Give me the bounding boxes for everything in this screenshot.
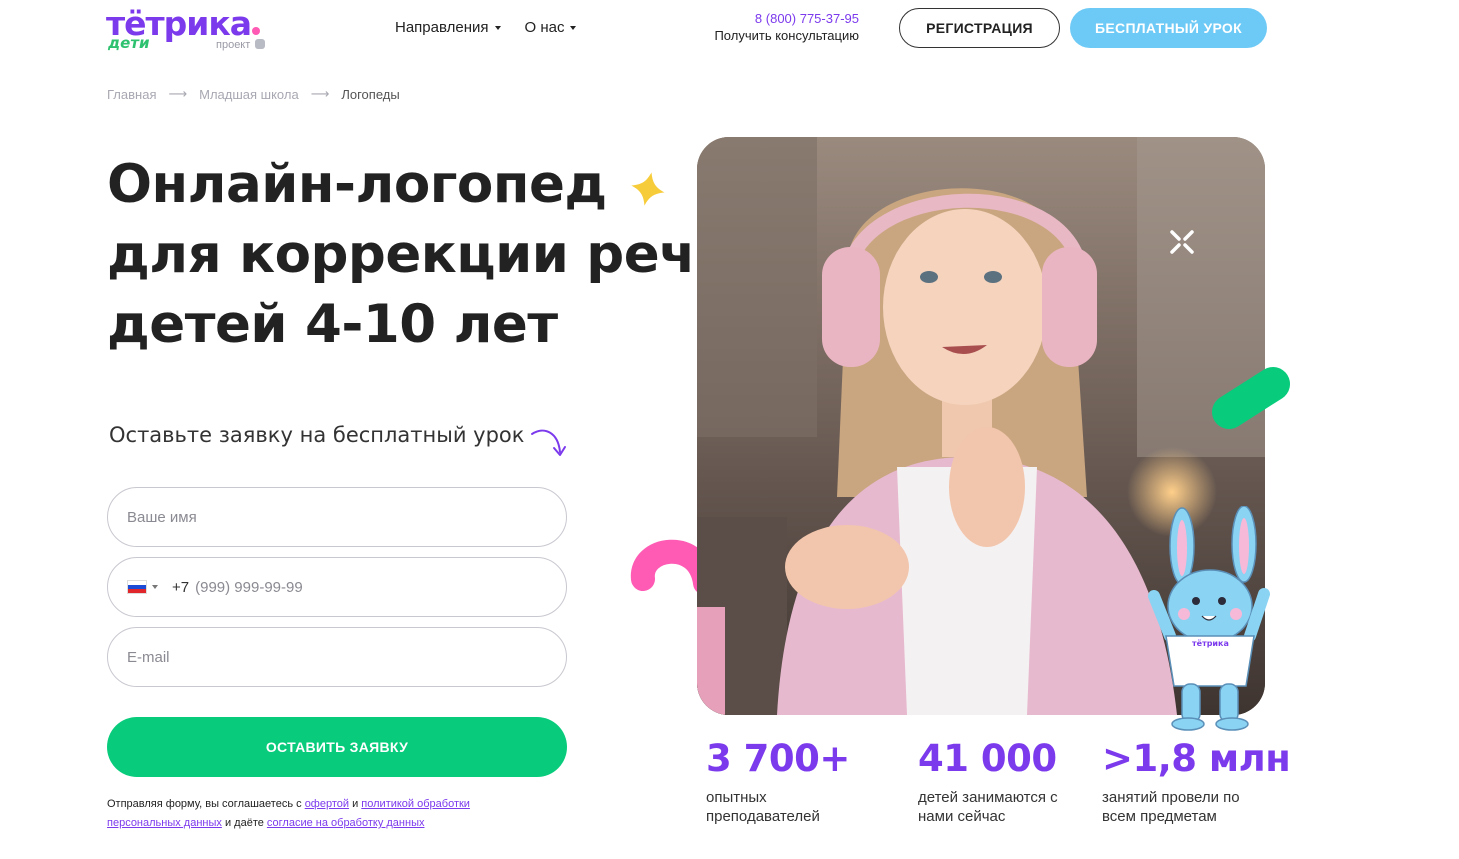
breadcrumb-home[interactable]: Главная: [107, 87, 156, 102]
curved-arrow-icon: [531, 429, 566, 456]
nav-about[interactable]: О нас: [525, 19, 577, 36]
title-line-3: детей 4-10 лет: [107, 294, 558, 355]
consent-text: Отправляя форму, вы соглашаетесь с оферт…: [107, 798, 470, 829]
arrow-right-icon: ⟶: [168, 86, 188, 101]
offer-link[interactable]: офертой: [305, 798, 349, 810]
logo-project: проект: [216, 39, 266, 51]
name-field[interactable]: [107, 487, 567, 547]
caret-down-icon: [570, 25, 577, 30]
nav-about-label: О нас: [524, 19, 565, 36]
stat-label: детей занимаются с нами сейчас: [918, 789, 1058, 825]
name-input[interactable]: [127, 508, 507, 526]
arrow-right-icon: ⟶: [310, 86, 330, 101]
green-pill-decoration: [1212, 367, 1290, 429]
close-icon: [1170, 230, 1194, 254]
page-title: Онлайн-логопед для коррекции речи детей …: [107, 150, 732, 360]
phone-input[interactable]: [195, 578, 496, 596]
caret-down-icon: [494, 25, 501, 30]
main-nav: Направления О нас: [395, 19, 577, 36]
star-decoration-icon: [631, 172, 665, 206]
form-subtitle: Оставьте заявку на бесплатный урок: [109, 423, 525, 447]
nav-directions[interactable]: Направления: [395, 19, 501, 36]
register-button[interactable]: РЕГИСТРАЦИЯ: [899, 8, 1060, 48]
phone-prefix: +7: [172, 578, 190, 596]
stat-lessons: >1,8 млн занятий провели по всем предмет…: [1102, 737, 1291, 826]
breadcrumb-primary-school[interactable]: Младшая школа: [199, 87, 299, 102]
consult-link[interactable]: Получить консультацию: [714, 28, 859, 43]
breadcrumb-current: Логопеды: [341, 86, 400, 102]
nav-directions-label: Направления: [395, 19, 489, 36]
logo[interactable]: тётрика дети проект: [106, 4, 276, 54]
stat-teachers: 3 700+ опытных преподавателей: [706, 737, 850, 826]
stat-label: опытных преподавателей: [706, 789, 820, 825]
submit-button[interactable]: ОСТАВИТЬ ЗАЯВКУ: [107, 717, 567, 777]
email-input[interactable]: [127, 648, 507, 666]
email-field[interactable]: [107, 627, 567, 687]
title-line-2: для коррекции речи: [107, 224, 732, 285]
logo-dot: [252, 27, 261, 35]
agreement-link[interactable]: согласие на обработку данных: [267, 817, 425, 829]
phone-link[interactable]: 8 (800) 775-37-95: [714, 11, 859, 26]
contact-block: 8 (800) 775-37-95 Получить консультацию: [714, 11, 859, 43]
free-lesson-button[interactable]: БЕСПЛАТНЫЙ УРОК: [1070, 8, 1267, 48]
mascot-shirt-text: тётрика: [1192, 639, 1229, 648]
stat-children: 41 000 детей занимаются с нами сейчас: [918, 737, 1068, 826]
logo-sub: дети: [108, 34, 150, 52]
stat-value: >1,8 млн: [1102, 737, 1291, 780]
bunny-mascot: тётрика: [1148, 506, 1270, 731]
vk-icon: [255, 39, 266, 49]
phone-field[interactable]: +7: [107, 557, 567, 617]
stat-label: занятий провели по всем предметам: [1102, 789, 1240, 825]
stat-value: 41 000: [918, 737, 1057, 780]
title-line-1: Онлайн-логопед: [107, 154, 607, 215]
breadcrumb: Главная ⟶ Младшая школа ⟶ Логопеды: [107, 86, 400, 102]
caret-down-icon[interactable]: [152, 585, 158, 589]
russia-flag-icon[interactable]: [127, 580, 147, 594]
stat-value: 3 700+: [706, 737, 850, 780]
